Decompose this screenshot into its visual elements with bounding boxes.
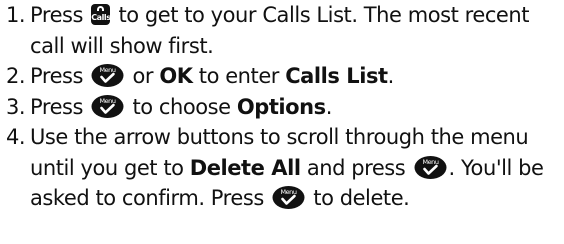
menu-ok-key-icon: Menu (91, 63, 124, 87)
step-text: Press (30, 64, 84, 88)
step-text: to delete. (313, 186, 410, 210)
ok-key-label: OK (159, 64, 193, 88)
delete-all-label: Delete All (189, 155, 301, 180)
step-2: 2. Press Menu or OK to enter Calls List. (0, 61, 564, 92)
step-4: 4. Use the arrow buttons to scroll throu… (0, 122, 564, 214)
menu-ok-key-icon: Menu (414, 155, 447, 179)
step-number: 2. (6, 64, 26, 88)
step-text: or (132, 64, 154, 88)
step-text: . (325, 94, 333, 119)
step-text: to choose (132, 94, 232, 119)
calls-key-icon: Calls (91, 3, 111, 25)
step-text: . (387, 64, 395, 88)
step-text: Press (30, 94, 84, 119)
step-number: 4. (6, 125, 26, 149)
step-number: 3. (6, 94, 26, 119)
menu-ok-key-icon: Menu (272, 185, 305, 209)
step-text: Press (30, 3, 84, 27)
menu-ok-key-icon: Menu (91, 94, 124, 118)
instruction-steps: 1. Press Calls to get to your Calls List… (0, 0, 564, 214)
options-label: Options (236, 94, 326, 119)
step-text: to enter (198, 64, 280, 88)
calls-list-label: Calls List (285, 64, 388, 88)
step-3: 3. Press Menu to choose Options. (0, 92, 564, 123)
step-text: and press (306, 155, 406, 180)
step-1: 1. Press Calls to get to your Calls List… (0, 0, 564, 61)
step-number: 1. (6, 3, 26, 27)
